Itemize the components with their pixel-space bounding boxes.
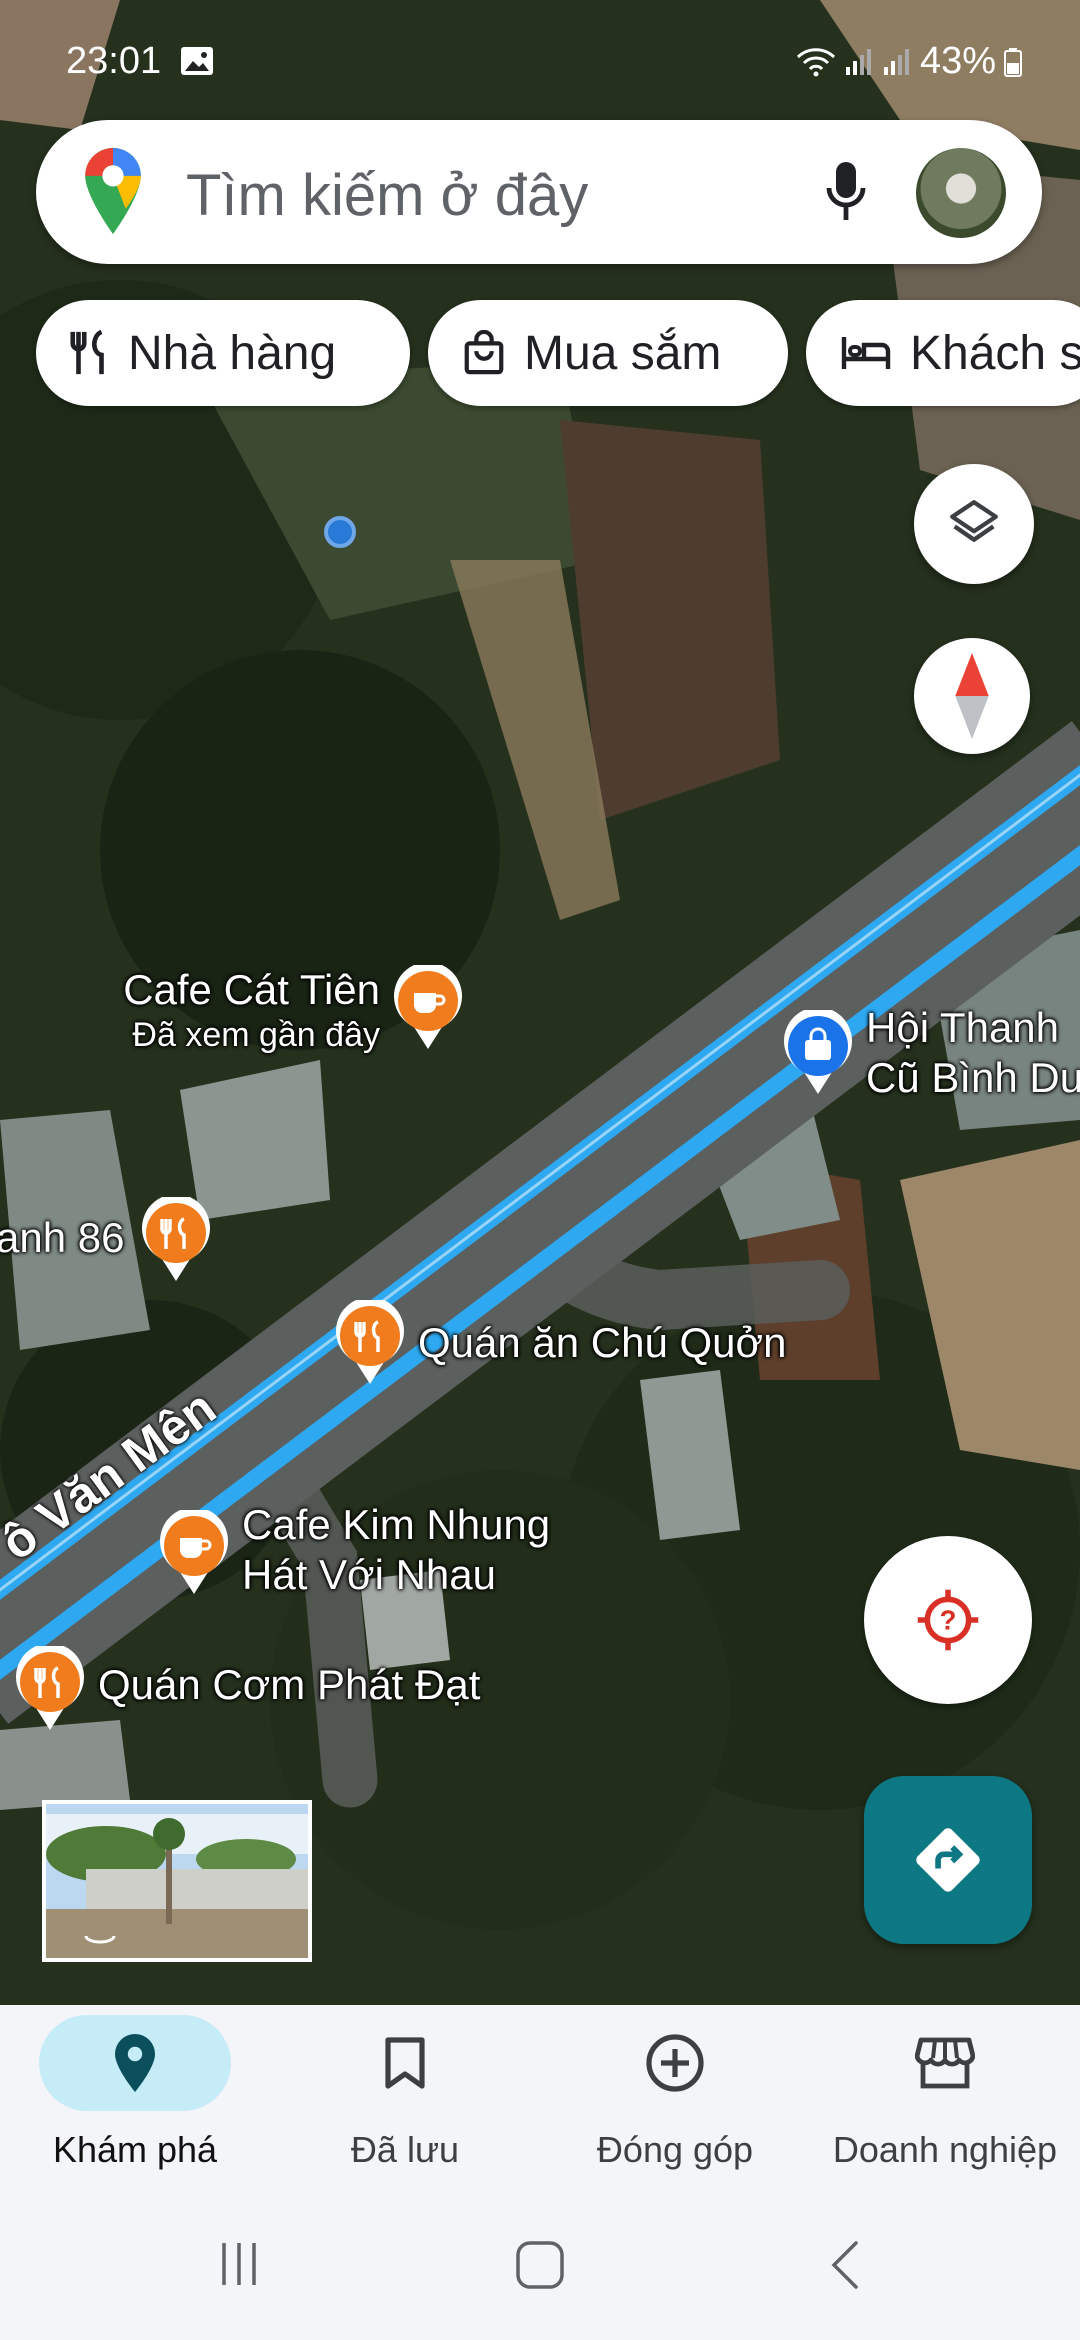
recent-apps-icon[interactable] [214,2239,264,2289]
bookmark-icon [385,2037,425,2089]
signal-icon [883,48,909,75]
poi-label-cafe-cat-tien[interactable]: Cafe Cát Tiên Đã xem gần đây [94,965,380,1055]
poi-name: Hội Thanh [866,1004,1060,1051]
street-view-image [46,1804,308,1958]
chip-label: Khách s [910,326,1080,380]
signal-icon [845,48,871,75]
chip-label: Nhà hàng [128,326,337,380]
cafe-icon[interactable] [392,965,464,1051]
poi-subtitle: Cũ Bình Du [866,1054,1080,1101]
status-time: 23:01 [66,40,162,82]
street-view-thumbnail[interactable] [42,1800,312,1962]
nav-label: Đóng góp [596,2129,754,2170]
google-maps-logo-icon [85,148,141,234]
shopping-bag-icon[interactable] [782,1010,854,1096]
hotel-bed-icon [841,337,891,369]
nav-contribute[interactable]: Đóng góp [540,2005,810,2195]
microphone-icon[interactable] [826,160,866,224]
chip-restaurants[interactable]: Nhà hàng [36,300,410,406]
nav-label: Đã lưu [350,2129,460,2170]
explore-pin-icon [115,2034,155,2092]
compass-icon [955,653,989,739]
search-input[interactable]: Tìm kiếm ở đây [186,162,588,229]
chip-shopping[interactable]: Mua sắm [428,300,788,406]
nav-icon-wrap [579,2015,771,2111]
wifi-icon [796,47,835,76]
nav-icon-wrap [39,2015,231,2111]
cafe-icon[interactable] [158,1510,230,1596]
poi-label-quan-com-phat-dat[interactable]: Quán Cơm Phát Đạt [98,1660,480,1710]
status-right: 43% [796,40,1022,83]
image-icon [181,47,213,75]
poi-label-anh-86[interactable]: anh 86 [0,1213,124,1263]
restaurant-icon[interactable] [140,1197,212,1283]
home-icon[interactable] [514,2239,566,2291]
poi-subtitle: Đã xem gần đây [132,1016,380,1054]
nav-explore[interactable]: Khám phá [0,2005,270,2195]
layers-icon [950,500,998,542]
back-icon[interactable] [826,2239,866,2291]
nav-icon-wrap [849,2015,1041,2111]
directions-icon [916,1828,980,1892]
system-navigation-bar [0,2195,1080,2340]
nav-label: Khám phá [52,2129,218,2170]
storefront-icon [915,2037,975,2089]
battery-percent: 43% [919,40,996,82]
search-bar[interactable]: Tìm kiếm ở đây [36,120,1042,264]
directions-button[interactable] [864,1776,1032,1944]
status-bar: 23:01 43% [0,0,1080,120]
poi-label-quan-an-chu-quon[interactable]: Quán ăn Chú Quởn [418,1318,786,1368]
battery-icon [1004,47,1022,77]
compass-button[interactable] [914,638,1030,754]
nav-saved[interactable]: Đã lưu [270,2005,540,2195]
poi-subtitle: Hát Với Nhau [242,1551,496,1598]
my-location-button[interactable]: ? [864,1536,1032,1704]
nav-icon-wrap [309,2015,501,2111]
my-location-icon: ? [917,1589,979,1651]
poi-label-cafe-kim-nhung[interactable]: Cafe Kim Nhung Hát Với Nhau [242,1500,550,1600]
layers-button[interactable] [914,464,1034,584]
restaurant-icon [70,330,104,375]
nav-business[interactable]: Doanh nghiệp [810,2005,1080,2195]
svg-text:?: ? [940,1605,957,1636]
avatar[interactable] [916,148,1006,238]
poi-name: Cafe Kim Nhung [242,1501,551,1548]
chip-hotels[interactable]: Khách s [806,300,1080,406]
add-circle-icon [646,2034,704,2092]
shopping-bag-icon [464,330,504,375]
restaurant-icon[interactable] [14,1646,86,1732]
poi-label-hoi-thanh[interactable]: Hội Thanh Cũ Bình Du [866,1003,1080,1103]
chip-label: Mua sắm [524,326,722,380]
restaurant-icon[interactable] [334,1300,406,1386]
poi-name: Cafe Cát Tiên [123,966,380,1013]
nav-label: Doanh nghiệp [832,2129,1058,2170]
bottom-navigation: Khám phá Đã lưu Đóng góp Doanh nghiệp [0,2005,1080,2195]
